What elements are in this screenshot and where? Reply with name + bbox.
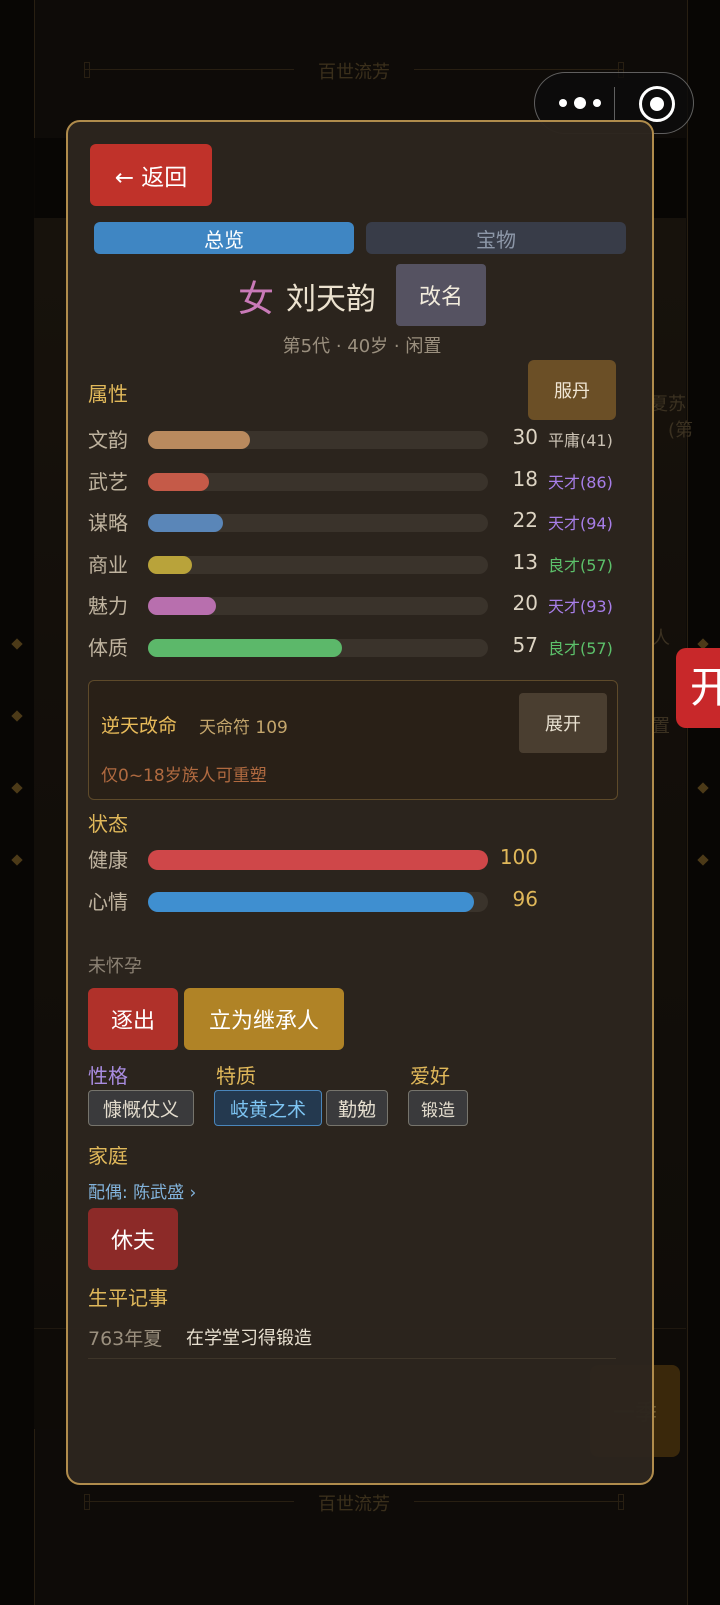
attribute-bar-track — [148, 514, 488, 532]
attribute-bar-fill — [148, 431, 250, 449]
fate-talisman-count: 天命符 109 — [199, 718, 288, 738]
attribute-bar-fill — [148, 555, 193, 574]
back-button[interactable]: ← 返回 — [90, 144, 212, 206]
spouse-link[interactable]: 配偶: 陈武盛 › — [88, 1178, 196, 1203]
attribute-bar-track — [148, 597, 488, 615]
attribute-label: 武艺 — [88, 469, 128, 494]
rename-button[interactable]: 改名 — [396, 264, 486, 326]
side-open-tab-label: 开 — [690, 663, 720, 712]
attribute-label: 谋略 — [88, 511, 128, 535]
status-bar-fill — [148, 850, 488, 870]
attribute-label: 体质 — [88, 635, 128, 660]
more-menu-icon[interactable] — [559, 91, 611, 115]
set-heir-label: 立为继承人 — [208, 1009, 319, 1034]
attribute-value: 13 — [512, 549, 538, 574]
attribute-label: 商业 — [88, 552, 128, 577]
hobby-title: 爱好 — [410, 1064, 450, 1088]
attribute-grade: 天才(94) — [548, 514, 613, 533]
attribute-grade: 天才(86) — [548, 472, 613, 492]
attribute-bar-fill — [148, 638, 342, 657]
attributes-title: 属性 — [88, 382, 128, 406]
life-events-title: 生平记事 — [88, 1286, 168, 1310]
attribute-grade: 平庸(41) — [548, 431, 613, 450]
tab-bar: 总览 宝物 — [94, 222, 626, 254]
attribute-row: 武艺 18 天才(86) — [88, 466, 618, 494]
family-title: 家庭 — [88, 1144, 128, 1168]
take-pill-button[interactable]: 服丹 — [528, 360, 616, 420]
status-row: 心情 96 — [88, 886, 618, 914]
quality-tag[interactable]: 岐黄之术 — [214, 1090, 322, 1126]
character-subtitle: 第5代 · 40岁 · 闲置 — [282, 336, 442, 357]
attribute-row: 谋略 22 天才(94) — [88, 507, 618, 535]
status-bar-track — [148, 892, 488, 912]
fate-change-panel: 逆天改命 天命符 109 展开 仅0~18岁族人可重塑 — [88, 680, 618, 800]
status-label: 心情 — [88, 890, 128, 914]
life-event-row: 763年夏 在学堂习得锻造 — [88, 1324, 616, 1359]
attribute-value: 18 — [512, 466, 538, 491]
character-name: 刘天韵 — [286, 282, 376, 317]
fate-note: 仅0~18岁族人可重塑 — [101, 766, 267, 786]
take-pill-label: 服丹 — [554, 381, 590, 402]
attribute-bar-fill — [148, 472, 210, 491]
personality-tag[interactable]: 慷慨仗义 — [88, 1090, 194, 1126]
attribute-label: 文韵 — [88, 428, 128, 452]
attribute-row: 商业 13 良才(57) — [88, 549, 618, 577]
side-open-tab[interactable]: 开 — [676, 648, 720, 728]
status-value: 96 — [512, 887, 538, 911]
rename-label: 改名 — [418, 285, 463, 310]
character-detail-modal: ← 返回 总览 宝物 女 刘天韵 改名 第5代 · 40岁 · 闲置 属性 服丹… — [66, 120, 654, 1485]
back-label: ← 返回 — [114, 165, 188, 191]
expel-label: 逐出 — [110, 1009, 155, 1034]
attribute-bar-track — [148, 472, 488, 491]
pregnancy-status: 未怀孕 — [88, 956, 142, 977]
set-heir-button[interactable]: 立为继承人 — [184, 988, 344, 1050]
attribute-bar-fill — [148, 597, 216, 615]
attribute-value: 22 — [512, 508, 538, 532]
expel-button[interactable]: 逐出 — [88, 988, 178, 1050]
status-row: 健康 100 — [88, 844, 618, 872]
attribute-grade: 良才(57) — [548, 638, 613, 658]
tab-label: 宝物 — [476, 227, 516, 252]
tab-label: 总览 — [204, 227, 244, 252]
event-date: 763年夏 — [88, 1328, 163, 1350]
attribute-grade: 良才(57) — [548, 555, 613, 575]
character-header: 女 刘天韵 改名 — [68, 264, 652, 326]
attribute-label: 魅力 — [88, 594, 128, 618]
attribute-value: 30 — [512, 425, 538, 449]
divorce-button[interactable]: 休夫 — [88, 1208, 178, 1270]
attribute-bar-track — [148, 638, 488, 657]
expand-button[interactable]: 展开 — [519, 693, 607, 753]
divorce-label: 休夫 — [110, 1229, 155, 1254]
fate-title: 逆天改命 — [101, 715, 178, 737]
status-bar-track — [148, 850, 488, 870]
quality-title: 特质 — [216, 1064, 256, 1088]
attribute-value: 20 — [512, 591, 538, 615]
attribute-row: 文韵 30 平庸(41) — [88, 424, 618, 452]
tab-overview[interactable]: 总览 — [94, 222, 354, 254]
status-label: 健康 — [88, 848, 128, 872]
tab-treasures[interactable]: 宝物 — [366, 222, 626, 254]
attribute-bar-track — [148, 431, 488, 449]
attribute-value: 57 — [512, 632, 538, 657]
status-bar-fill — [148, 892, 475, 912]
attribute-grade: 天才(93) — [548, 597, 613, 616]
close-miniprogram-icon[interactable] — [639, 86, 675, 122]
female-gender-icon: 女 — [238, 279, 275, 320]
expand-label: 展开 — [545, 714, 581, 735]
status-title: 状态 — [88, 812, 128, 836]
hobby-tag[interactable]: 锻造 — [408, 1090, 468, 1126]
attribute-bar-track — [148, 555, 488, 574]
attribute-bar-fill — [148, 514, 223, 532]
personality-title: 性格 — [88, 1064, 128, 1088]
status-value: 100 — [499, 845, 538, 869]
event-text: 在学堂习得锻造 — [186, 1328, 312, 1349]
attribute-row: 体质 57 良才(57) — [88, 632, 618, 660]
quality-tag[interactable]: 勤勉 — [326, 1090, 388, 1126]
attribute-row: 魅力 20 天才(93) — [88, 590, 618, 618]
